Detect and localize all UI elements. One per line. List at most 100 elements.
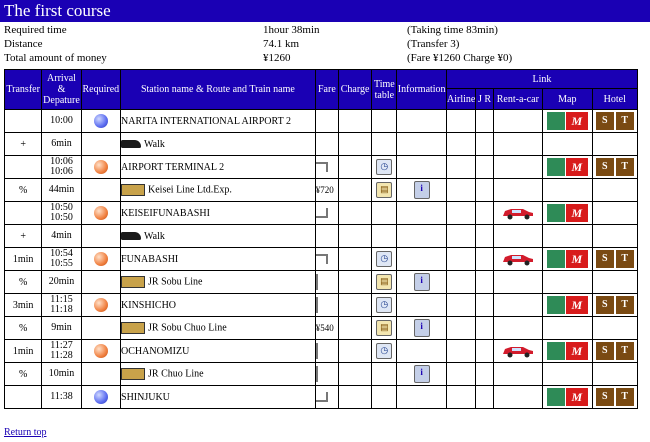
- hotel-cell: ST: [592, 156, 637, 178]
- station-cell: JR Sobu Chuo Line: [121, 317, 315, 339]
- header-arrival: Arrival & Depature: [42, 70, 81, 109]
- hotel-search-icon[interactable]: S: [595, 158, 614, 176]
- timetable-cell: [372, 225, 397, 247]
- information-icon[interactable]: i: [413, 319, 430, 337]
- area-map-icon[interactable]: [546, 158, 565, 176]
- mapfan-icon[interactable]: M: [565, 388, 588, 406]
- required-cell: [81, 133, 121, 155]
- clock-icon[interactable]: ◷: [376, 343, 393, 359]
- area-map-icon[interactable]: [546, 342, 565, 360]
- station-name[interactable]: OCHANOMIZU: [121, 346, 189, 357]
- information-cell: [397, 340, 446, 362]
- timetable-book-icon[interactable]: ▤: [376, 320, 393, 336]
- information-cell: [397, 248, 446, 270]
- information-cell: i: [397, 363, 446, 385]
- station-name[interactable]: AIRPORT TERMINAL 2: [121, 162, 224, 173]
- area-map-icon[interactable]: [546, 204, 565, 222]
- charge-cell: [338, 248, 372, 270]
- route-summary: Required time 1hour 38min (Taking time 8…: [0, 23, 646, 65]
- transfer-cell: %: [5, 179, 42, 201]
- rentacar-cell: [493, 317, 543, 339]
- information-icon[interactable]: i: [413, 273, 430, 291]
- timetable-cell: [372, 110, 397, 132]
- transfer-cell: 3min: [5, 294, 42, 316]
- station-name[interactable]: KINSHICHO: [121, 300, 176, 311]
- hotel-search-icon[interactable]: S: [595, 250, 614, 268]
- rentacar-cell: [493, 248, 543, 270]
- jr-cell: [476, 110, 493, 132]
- rent-a-car-icon[interactable]: [501, 252, 535, 266]
- mapfan-icon[interactable]: M: [565, 158, 588, 176]
- mapfan-icon[interactable]: M: [565, 342, 588, 360]
- hotel-town-icon[interactable]: T: [615, 296, 634, 314]
- time-cell: 10:06 10:06: [42, 156, 81, 178]
- required-cell: [81, 386, 121, 408]
- airline-cell: [446, 133, 476, 155]
- map-cell: [543, 133, 592, 155]
- clock-icon[interactable]: ◷: [376, 297, 393, 313]
- fare-cell: [315, 340, 338, 362]
- clock-icon[interactable]: ◷: [376, 159, 393, 175]
- station-name[interactable]: KEISEIFUNABASHI: [121, 208, 210, 219]
- fare-bracket: [315, 343, 318, 359]
- mapfan-icon[interactable]: M: [565, 204, 588, 222]
- hotel-search-icon[interactable]: S: [595, 296, 614, 314]
- required-time-value: 1hour 38min: [263, 24, 320, 36]
- mapfan-icon[interactable]: M: [565, 296, 588, 314]
- required-cell: [81, 225, 121, 247]
- hotel-search-icon[interactable]: S: [595, 388, 614, 406]
- station-name[interactable]: NARITA INTERNATIONAL AIRPORT 2: [121, 116, 291, 127]
- station-name[interactable]: SHINJUKU: [121, 392, 170, 403]
- charge-cell: [338, 271, 372, 293]
- route-row: % 20min JR Sobu Line ▤ i: [5, 271, 637, 293]
- timetable-cell: [372, 363, 397, 385]
- area-map-icon[interactable]: [546, 250, 565, 268]
- airline-cell: [446, 202, 476, 224]
- hotel-town-icon[interactable]: T: [615, 112, 634, 130]
- hotel-town-icon[interactable]: T: [615, 158, 634, 176]
- map-cell: [543, 271, 592, 293]
- rentacar-cell: [493, 179, 543, 201]
- header-station: Station name & Route and Train name: [121, 70, 315, 109]
- return-top-link[interactable]: Return top: [4, 427, 47, 438]
- mapfan-icon[interactable]: M: [565, 250, 588, 268]
- station-cell: Walk: [121, 225, 315, 247]
- hotel-cell: [592, 363, 637, 385]
- information-icon[interactable]: i: [413, 181, 430, 199]
- time-cell: 4min: [42, 225, 81, 247]
- hotel-town-icon[interactable]: T: [615, 342, 634, 360]
- mapfan-icon[interactable]: M: [565, 112, 588, 130]
- information-icon[interactable]: i: [413, 365, 430, 383]
- hotel-search-icon[interactable]: S: [595, 342, 614, 360]
- fare-cell: [315, 110, 338, 132]
- transfer-cell: 1min: [5, 340, 42, 362]
- area-map-icon[interactable]: [546, 296, 565, 314]
- fare-cell: [315, 271, 338, 293]
- area-map-icon[interactable]: [546, 388, 565, 406]
- hotel-search-icon[interactable]: S: [595, 112, 614, 130]
- jr-cell: [476, 179, 493, 201]
- header-jr: J R: [476, 89, 493, 109]
- timetable-book-icon[interactable]: ▤: [376, 274, 393, 290]
- clock-icon[interactable]: ◷: [376, 251, 393, 267]
- header-transfer: Transfer: [5, 70, 42, 109]
- required-cell: [81, 202, 121, 224]
- timetable-book-icon[interactable]: ▤: [376, 182, 393, 198]
- hotel-town-icon[interactable]: T: [615, 250, 634, 268]
- header-information: Information: [397, 70, 446, 109]
- station-name[interactable]: FUNABASHI: [121, 254, 178, 265]
- distance-label: Distance: [4, 38, 43, 50]
- hotel-cell: ST: [592, 110, 637, 132]
- route-name: JR Sobu Line: [148, 276, 203, 288]
- information-cell: [397, 110, 446, 132]
- map-cell: M: [543, 202, 592, 224]
- station-cell: NARITA INTERNATIONAL AIRPORT 2: [121, 110, 315, 132]
- area-map-icon[interactable]: [546, 112, 565, 130]
- map-cell: M: [543, 156, 592, 178]
- hotel-town-icon[interactable]: T: [615, 388, 634, 406]
- transfer-cell: %: [5, 363, 42, 385]
- rent-a-car-icon[interactable]: [501, 206, 535, 220]
- charge-cell: [338, 294, 372, 316]
- rent-a-car-icon[interactable]: [501, 344, 535, 358]
- route-name: Walk: [144, 138, 165, 150]
